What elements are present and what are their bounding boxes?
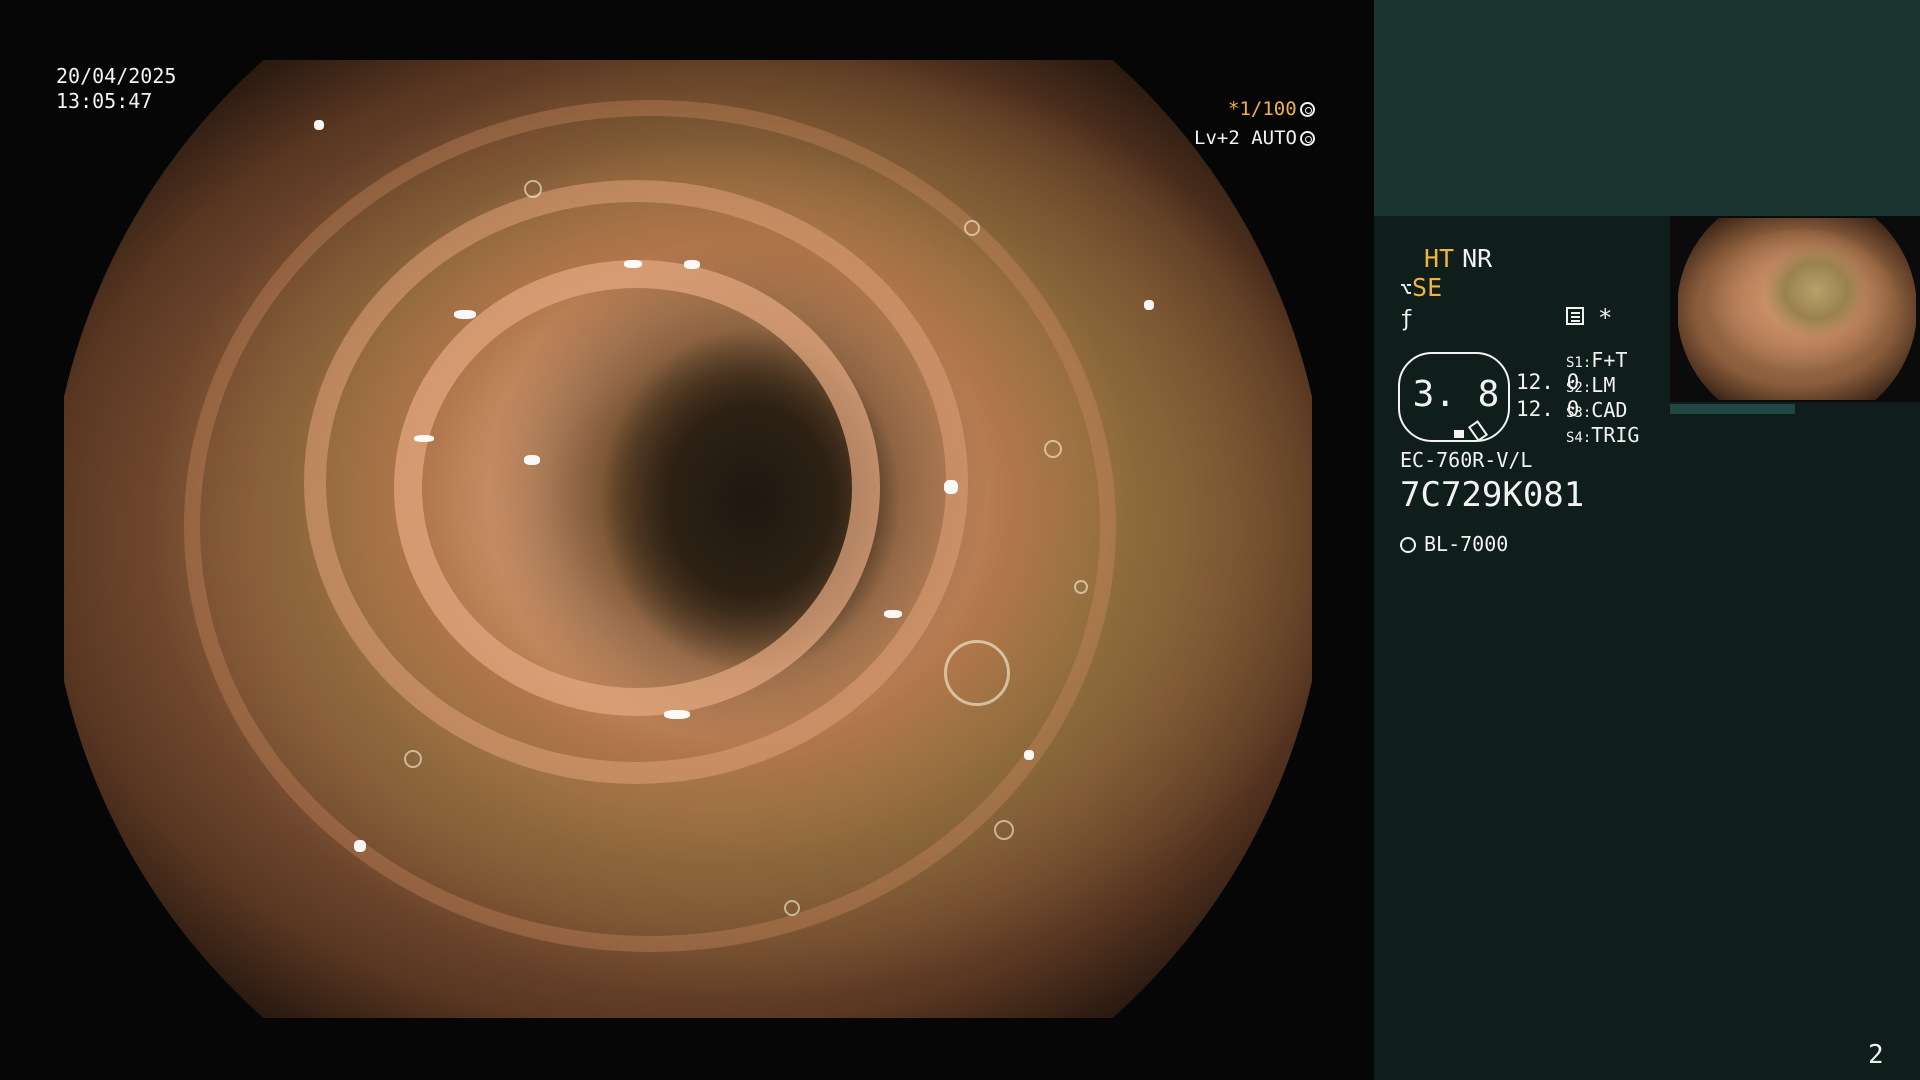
scope-serial: 7C729K081: [1400, 475, 1585, 515]
glint: [1144, 300, 1154, 310]
switch-row: S3:CAD: [1566, 398, 1627, 422]
mode-row: HT NR: [1424, 244, 1500, 273]
light-source: BL-7000: [1400, 532, 1508, 556]
glint: [944, 480, 958, 494]
date-text: 20/04/2025: [56, 64, 177, 88]
switch-value: LM: [1591, 373, 1616, 397]
switch-row: S2:LM: [1566, 373, 1615, 397]
glint: [624, 260, 642, 268]
switch-value: TRIG: [1591, 423, 1640, 447]
bubble: [1074, 580, 1088, 594]
star-indicator: *: [1598, 304, 1613, 332]
switch-key: S4:: [1566, 430, 1592, 446]
glint: [414, 435, 434, 442]
switch-value: CAD: [1591, 398, 1628, 422]
gauge: 3. 8: [1398, 352, 1510, 442]
curve-icon: ƒ: [1400, 307, 1414, 332]
thumbnail-image: [1678, 218, 1916, 400]
page-number: 2: [1868, 1040, 1884, 1070]
bubble: [524, 180, 542, 198]
glint: [664, 710, 690, 719]
list-icon: [1566, 307, 1584, 325]
mode-se: SE: [1412, 273, 1443, 302]
switch-row: S4:TRIG: [1566, 423, 1639, 447]
bubble: [784, 900, 800, 916]
thumbnail-bar: [1670, 404, 1920, 414]
gauge-value: 3. 8: [1412, 374, 1500, 415]
glint: [354, 840, 366, 852]
glint: [454, 310, 476, 319]
date-time: 20/04/2025 13:05:47: [56, 64, 176, 114]
aperture-icon: [1299, 102, 1315, 117]
panel-header-area: [1374, 0, 1920, 216]
sun-icon: [1400, 537, 1416, 553]
endoscope-view: [64, 60, 1312, 1018]
switch-key: S3:: [1566, 405, 1592, 421]
level-readout: Lv+2 AUTO: [1194, 127, 1315, 149]
gauge-marker: [1454, 430, 1464, 438]
shutter-readout: *1/100: [1228, 98, 1315, 120]
glint: [1024, 750, 1034, 760]
glint: [314, 120, 324, 130]
glint: [524, 455, 540, 465]
shutter-text: *1/100: [1228, 98, 1297, 120]
scope-model: EC-760R-V/L: [1400, 448, 1533, 472]
mode-nr: NR: [1462, 244, 1493, 273]
time-text: 13:05:47: [56, 89, 153, 113]
glint: [884, 610, 902, 618]
lens-icon: ⌥: [1400, 277, 1413, 301]
info-panel: HT NR ⌥SE ƒ * 3. 8 12. 0 12. 0 S1:F+T S2:…: [1374, 0, 1920, 1080]
curve-row: ƒ: [1400, 303, 1413, 332]
bubble: [404, 750, 422, 768]
glint: [684, 260, 700, 269]
light-source-text: BL-7000: [1424, 532, 1509, 556]
bubble: [944, 640, 1010, 706]
se-row: ⌥SE: [1400, 273, 1442, 302]
switch-row: S1:F+T: [1566, 348, 1627, 372]
thumbnail[interactable]: [1670, 216, 1920, 402]
ring-icon: [1299, 131, 1315, 146]
switch-value: F+T: [1591, 348, 1628, 372]
switch-key: S1:: [1566, 355, 1592, 371]
bubble: [994, 820, 1014, 840]
switch-key: S2:: [1566, 380, 1592, 396]
level-text: Lv+2 AUTO: [1194, 127, 1297, 149]
gauge-flag-icon: [1467, 420, 1489, 442]
mode-ht: HT: [1424, 244, 1455, 273]
bubble: [1044, 440, 1062, 458]
thumbnail-bar-fill: [1670, 404, 1795, 414]
bubble: [964, 220, 980, 236]
